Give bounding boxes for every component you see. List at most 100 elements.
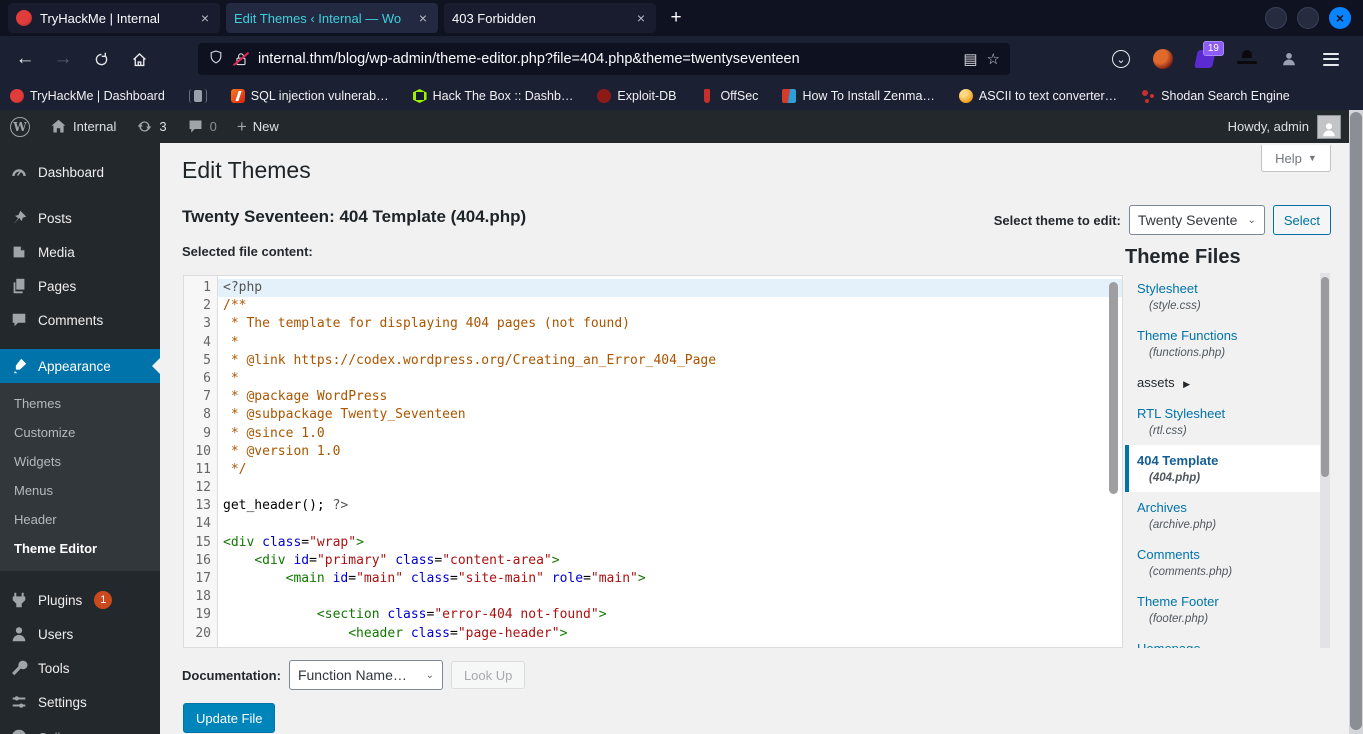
code-line[interactable]: * — [218, 334, 1122, 352]
url-text[interactable]: internal.thm/blog/wp-admin/theme-editor.… — [258, 51, 954, 67]
submenu-item-themes[interactable]: Themes — [0, 389, 160, 418]
wappalyzer-icon[interactable]: 19 — [1194, 41, 1224, 70]
bookmark-star-icon[interactable]: ☆ — [987, 50, 1000, 68]
bookmark-item[interactable] — [188, 89, 207, 103]
code-line[interactable] — [218, 588, 1122, 606]
code-line[interactable]: <header class="page-header"> — [218, 625, 1122, 643]
code-line[interactable] — [218, 479, 1122, 497]
code-line[interactable]: * @package WordPress — [218, 388, 1122, 406]
sidebar-item-plugins[interactable]: Plugins 1 — [0, 583, 160, 617]
theme-file-homepage[interactable]: Homepage — [1125, 633, 1330, 648]
bookmark-item[interactable]: ASCII to text converter… — [958, 89, 1117, 103]
submenu-item-menus[interactable]: Menus — [0, 476, 160, 505]
theme-file-theme-functions[interactable]: Theme Functions (functions.php) — [1125, 320, 1330, 367]
update-file-button[interactable]: Update File — [183, 703, 276, 733]
code-line[interactable]: * @link https://codex.wordpress.org/Crea… — [218, 352, 1122, 370]
code-line[interactable]: <?php — [218, 279, 1122, 298]
browser-scrollbar[interactable] — [1349, 110, 1363, 734]
lookup-button[interactable]: Look Up — [450, 661, 526, 689]
code-line[interactable]: * — [218, 370, 1122, 388]
my-account-menu[interactable]: Howdy, admin — [1228, 114, 1341, 139]
reload-button[interactable] — [86, 44, 116, 74]
bookmark-item[interactable]: SQL injection vulnerab… — [230, 89, 389, 103]
code-line[interactable]: * @subpackage Twenty_Seventeen — [218, 406, 1122, 424]
shield-icon[interactable] — [208, 49, 224, 70]
code-line[interactable]: get_header(); ?> — [218, 497, 1122, 515]
wp-logo-menu[interactable]: W — [10, 116, 30, 137]
code-content[interactable]: <?php /** * The template for displaying 4… — [218, 276, 1122, 647]
foxyproxy-icon[interactable] — [1152, 48, 1174, 70]
tab-close-button[interactable]: × — [198, 10, 212, 26]
sidebar-item-media[interactable]: Media — [0, 235, 160, 269]
close-window-button[interactable]: × — [1329, 7, 1351, 29]
sidebar-item-appearance[interactable]: Appearance — [0, 349, 160, 383]
code-line[interactable]: * @version 1.0 — [218, 443, 1122, 461]
code-line[interactable]: /** — [218, 297, 1122, 315]
tab-close-button[interactable]: × — [634, 10, 648, 26]
submenu-item-header[interactable]: Header — [0, 505, 160, 534]
theme-file-404-template[interactable]: 404 Template (404.php) — [1125, 445, 1330, 492]
site-name-menu[interactable]: Internal — [50, 118, 116, 135]
maximize-button[interactable] — [1297, 7, 1319, 29]
code-line[interactable] — [218, 515, 1122, 533]
sidebar-item-settings[interactable]: Settings — [0, 685, 160, 719]
sidebar-item-pages[interactable]: Pages — [0, 269, 160, 303]
code-line[interactable]: * @since 1.0 — [218, 425, 1122, 443]
forward-button[interactable]: → — [48, 44, 78, 74]
code-editor[interactable]: 1 2 3 4 5 6 7 8 9 10 11 12 13 14 15 16 17 18 19 20 <?php/**… — [183, 275, 1123, 648]
browser-tab[interactable]: 403 Forbidden × — [444, 3, 656, 33]
url-bar[interactable]: internal.thm/blog/wp-admin/theme-editor.… — [198, 43, 1010, 75]
tryhackme-favicon — [16, 10, 32, 26]
reader-mode-icon[interactable]: ▤ — [963, 50, 977, 68]
browser-tab[interactable]: TryHackMe | Internal × — [8, 3, 220, 33]
bookmark-item[interactable]: Exploit-DB — [597, 89, 676, 103]
menu-icon[interactable] — [1320, 48, 1342, 70]
theme-file-comments[interactable]: Comments (comments.php) — [1125, 539, 1330, 586]
theme-file-stylesheet[interactable]: Stylesheet (style.css) — [1125, 273, 1330, 320]
sidebar-item-posts[interactable]: Posts — [0, 201, 160, 235]
sidebar-item-users[interactable]: Users — [0, 617, 160, 651]
insecure-lock-icon[interactable] — [232, 51, 250, 67]
help-button[interactable]: Help ▼ — [1261, 145, 1331, 172]
new-tab-button[interactable]: + — [662, 4, 690, 32]
account-icon[interactable] — [1278, 48, 1300, 70]
minimize-button[interactable] — [1265, 7, 1287, 29]
tab-close-button[interactable]: × — [416, 10, 430, 26]
code-line[interactable]: <main id="main" class="site-main" role="… — [218, 570, 1122, 588]
bookmark-item[interactable]: TryHackMe | Dashboard — [10, 89, 165, 103]
comments-menu[interactable]: 0 — [187, 118, 217, 135]
sidebar-item-tools[interactable]: Tools — [0, 651, 160, 685]
submenu-item-theme-editor[interactable]: Theme Editor — [0, 534, 160, 563]
hacktools-hat-icon[interactable] — [1236, 48, 1258, 70]
code-line[interactable]: <div id="primary" class="content-area"> — [218, 552, 1122, 570]
code-line[interactable]: */ — [218, 461, 1122, 479]
bookmark-item[interactable]: Hack The Box :: Dashb… — [412, 89, 573, 103]
browser-tab[interactable]: Edit Themes ‹ Internal — Wo × — [226, 3, 438, 33]
theme-files-scrollbar[interactable] — [1321, 277, 1329, 477]
code-line[interactable]: * The template for displaying 404 pages … — [218, 315, 1122, 333]
sidebar-item-comments[interactable]: Comments — [0, 303, 160, 337]
new-content-menu[interactable]: + New — [237, 117, 279, 137]
documentation-select[interactable]: Function Name… ⌄ — [288, 660, 443, 690]
updates-menu[interactable]: 3 — [136, 118, 167, 135]
active-menu-arrow — [152, 358, 160, 374]
sidebar-item-dashboard[interactable]: Dashboard — [0, 155, 160, 189]
bookmark-item[interactable]: How To Install Zenma… — [782, 89, 935, 103]
theme-select[interactable]: Twenty Sevente ⌄ — [1128, 205, 1265, 235]
collapse-menu-button[interactable]: Collapse menu — [0, 719, 160, 734]
code-line[interactable]: <section class="error-404 not-found"> — [218, 606, 1122, 624]
bookmark-item[interactable]: OffSec — [700, 89, 758, 103]
theme-file-rtl-stylesheet[interactable]: RTL Stylesheet (rtl.css) — [1125, 398, 1330, 445]
back-button[interactable]: ← — [10, 44, 40, 74]
select-theme-button[interactable]: Select — [1272, 205, 1331, 235]
code-line[interactable]: <div class="wrap"> — [218, 534, 1122, 552]
theme-file-theme-footer[interactable]: Theme Footer (footer.php) — [1125, 586, 1330, 633]
submenu-item-customize[interactable]: Customize — [0, 418, 160, 447]
bookmark-item[interactable]: Shodan Search Engine — [1141, 89, 1290, 103]
home-button[interactable] — [124, 44, 154, 74]
theme-file-assets[interactable]: assets ▶ — [1125, 367, 1330, 398]
editor-scrollbar[interactable] — [1109, 282, 1118, 494]
theme-file-archives[interactable]: Archives (archive.php) — [1125, 492, 1330, 539]
submenu-item-widgets[interactable]: Widgets — [0, 447, 160, 476]
pocket-icon[interactable]: ⌄ — [1110, 48, 1132, 70]
